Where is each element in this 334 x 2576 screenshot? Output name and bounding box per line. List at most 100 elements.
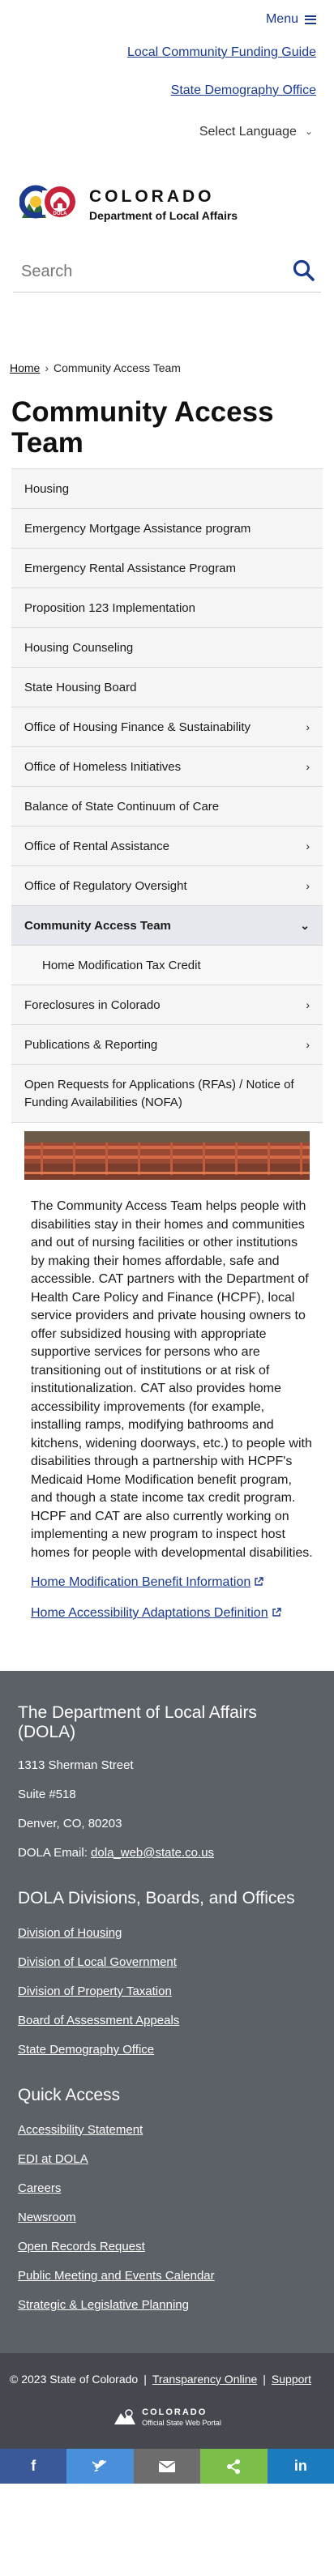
state-portal-logo[interactable]: COLORADO Official State Web Portal <box>10 2407 324 2428</box>
logo-title: COLORADO <box>89 186 215 206</box>
copyright: © 2023 State of Colorado <box>10 2373 139 2386</box>
language-select[interactable]: Select Language ⌄ <box>0 125 334 143</box>
footer-link-division-of-property-taxation[interactable]: Division of Property Taxation <box>18 1983 316 2000</box>
twitter-icon <box>92 2459 107 2471</box>
ramp-image <box>24 1131 310 1180</box>
menu-button[interactable]: Menu <box>266 12 316 27</box>
link-home-accessibility-adaptations[interactable]: Home Accessibility Adaptations Definitio… <box>31 1604 313 1622</box>
nav-label: State Housing Board <box>24 680 137 694</box>
footer-link-edi[interactable]: EDI at DOLA <box>18 2151 316 2168</box>
footer-quick-access-title: Quick Access <box>18 2086 121 2104</box>
nav-label: Emergency Rental Assistance Program <box>24 561 236 575</box>
share-twitter-button[interactable] <box>66 2449 134 2484</box>
section-nav: Housing Emergency Mortgage Assistance pr… <box>11 468 323 1123</box>
nav-item-housing[interactable]: Housing <box>11 469 323 509</box>
footer-address-line3: Denver, CO, 80203 <box>18 1817 122 1831</box>
footer-link-board-of-assessment-appeals[interactable]: Board of Assessment Appeals <box>18 2012 316 2029</box>
footer-email-link[interactable]: dola_web@state.co.us <box>91 1846 214 1860</box>
link-home-modification-benefit[interactable]: Home Modification Benefit Information <box>31 1574 313 1591</box>
nav-label: Office of Housing Finance & Sustainabili… <box>24 720 251 734</box>
nav-item-emergency-mortgage[interactable]: Emergency Mortgage Assistance program <box>11 509 323 549</box>
footer-link-accessibility-statement[interactable]: Accessibility Statement <box>18 2121 316 2138</box>
transparency-online-link[interactable]: Transparency Online <box>152 2373 257 2386</box>
search-bar <box>13 252 321 293</box>
support-link[interactable]: Support <box>272 2373 311 2386</box>
chevron-right-icon: › <box>306 720 310 733</box>
footer-separator: | <box>263 2373 266 2386</box>
nav-item-continuum-of-care[interactable]: Balance of State Continuum of Care <box>11 787 323 827</box>
footer: The Department of Local Affairs (DOLA) 1… <box>0 1671 334 2353</box>
nav-label: Office of Homeless Initiatives <box>24 759 182 774</box>
top-bar: Menu <box>0 0 334 41</box>
footer-link-open-records[interactable]: Open Records Request <box>18 2238 316 2255</box>
related-links: Home Modification Benefit Information Ho… <box>31 1574 313 1622</box>
footer-bottom: © 2023 State of Colorado | Transparency On… <box>0 2353 334 2449</box>
footer-link-strategic-planning[interactable]: Strategic & Legislative Planning <box>18 2296 316 2313</box>
chevron-right-icon: › <box>306 998 310 1011</box>
footer-link-careers[interactable]: Careers <box>18 2180 316 2197</box>
nav-item-emergency-rental[interactable]: Emergency Rental Assistance Program <box>11 549 323 588</box>
footer-bottom-links: © 2023 State of Colorado | Transparency On… <box>10 2371 324 2387</box>
nav-item-open-requests[interactable]: Open Requests for Applications (RFAs) / … <box>11 1065 323 1123</box>
page-title: Community Access Team <box>11 396 274 459</box>
search-icon[interactable] <box>292 258 316 283</box>
footer-address-line1: 1313 Sherman Street <box>18 1758 134 1772</box>
nav-item-rental-assistance[interactable]: Office of Rental Assistance › <box>11 827 323 866</box>
nav-label: Publications & Reporting <box>24 1037 158 1052</box>
link-label: Home Modification Benefit Information <box>31 1575 251 1589</box>
chevron-right-icon: › <box>306 879 310 892</box>
footer-link-newsroom[interactable]: Newsroom <box>18 2209 316 2226</box>
linkedin-icon: in <box>293 2458 307 2474</box>
breadcrumb-home[interactable]: Home <box>10 361 40 374</box>
external-link-icon <box>272 1608 281 1617</box>
nav-item-publications[interactable]: Publications & Reporting › <box>11 1025 323 1065</box>
nav-item-regulatory-oversight[interactable]: Office of Regulatory Oversight › <box>11 866 323 906</box>
nav-item-homeless-initiatives[interactable]: Office of Homeless Initiatives › <box>11 747 323 787</box>
logo-badge: DOLA <box>54 211 68 216</box>
chevron-right-icon: › <box>306 1038 310 1051</box>
dola-logo-icon: DOLA <box>19 185 75 219</box>
nav-label: Housing <box>24 481 70 496</box>
site-logo[interactable]: DOLA COLORADO Department of Local Affair… <box>19 179 334 229</box>
share-email-button[interactable] <box>133 2449 201 2484</box>
share-icon <box>227 2459 241 2474</box>
chevron-down-icon: ⌄ <box>300 918 310 932</box>
language-label: Select Language <box>199 125 297 139</box>
util-link-funding-guide[interactable]: Local Community Funding Guide <box>0 45 334 69</box>
chevron-right-icon: › <box>306 839 310 852</box>
state-logo-subtitle: Official State Web Portal <box>142 2419 221 2427</box>
nav-item-state-housing-board[interactable]: State Housing Board <box>11 668 323 707</box>
footer-link-state-demography-office[interactable]: State Demography Office <box>18 2041 316 2058</box>
share-linkedin-button[interactable]: in <box>267 2449 334 2484</box>
footer-link-division-of-housing[interactable]: Division of Housing <box>18 1925 316 1942</box>
nav-item-home-modification-tax-credit[interactable]: Home Modification Tax Credit <box>11 946 323 985</box>
ramp-photo <box>24 1131 310 1180</box>
footer-link-division-of-local-government[interactable]: Division of Local Government <box>18 1954 316 1971</box>
nav-item-housing-counseling[interactable]: Housing Counseling <box>11 628 323 668</box>
nav-label: Office of Regulatory Oversight <box>24 878 187 893</box>
footer-address-line2: Suite #518 <box>18 1788 76 1801</box>
share-facebook-button[interactable]: f <box>0 2449 67 2484</box>
state-logo-title: COLORADO <box>142 2407 208 2417</box>
breadcrumb-current: Community Access Team <box>54 361 181 374</box>
intro-paragraph: The Community Access Team helps people w… <box>31 1199 313 1560</box>
external-link-icon <box>255 1577 263 1586</box>
footer-divisions-title: DOLA Divisions, Boards, and Offices <box>18 1889 295 1907</box>
footer-email-label: DOLA Email: <box>18 1846 88 1860</box>
nav-item-foreclosures[interactable]: Foreclosures in Colorado › <box>11 985 323 1025</box>
nav-item-community-access-team[interactable]: Community Access Team ⌄ <box>11 906 323 946</box>
link-label: Home Accessibility Adaptations Definitio… <box>31 1606 268 1620</box>
nav-label: Proposition 123 Implementation <box>24 600 195 615</box>
state-logo-text: COLORADO Official State Web Portal <box>142 2407 221 2427</box>
nav-label: Home Modification Tax Credit <box>42 958 201 972</box>
nav-item-proposition-123[interactable]: Proposition 123 Implementation <box>11 588 323 628</box>
chevron-down-icon: ⌄ <box>304 126 313 137</box>
footer-org-title: The Department of Local Affairs (DOLA) <box>18 1703 257 1741</box>
nav-item-housing-finance[interactable]: Office of Housing Finance & Sustainabili… <box>11 707 323 747</box>
logo-subtitle: Department of Local Affairs <box>89 208 238 222</box>
nav-label: Emergency Mortgage Assistance program <box>24 521 251 536</box>
util-link-demography-office[interactable]: State Demography Office <box>0 83 334 107</box>
share-generic-button[interactable] <box>200 2449 268 2484</box>
search-input[interactable] <box>13 252 321 291</box>
footer-link-events-calendar[interactable]: Public Meeting and Events Calendar <box>18 2267 316 2284</box>
